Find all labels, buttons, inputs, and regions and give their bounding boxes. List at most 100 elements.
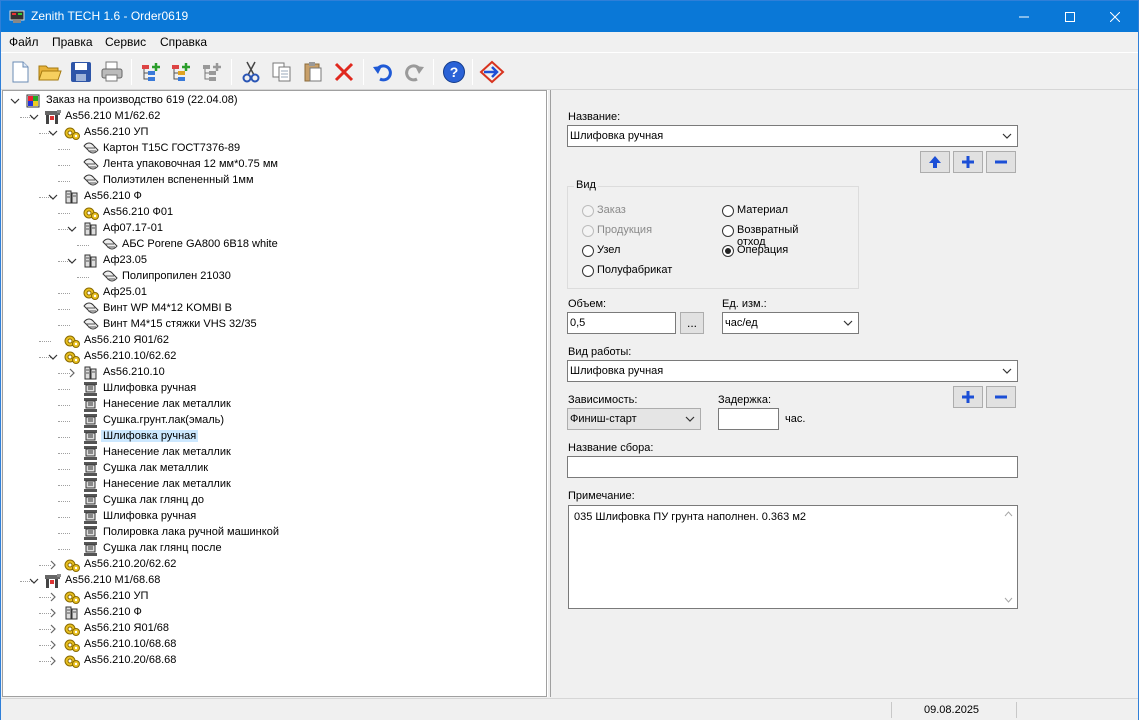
delete-button[interactable] [330,58,358,86]
tree-node[interactable]: As56.210.20/62.62 [3,557,543,573]
tree-options-button[interactable] [198,58,226,86]
tree-node[interactable]: Картон Т15С ГОСТ7376-89 [3,141,543,157]
paste-button[interactable] [299,58,327,86]
tree-node[interactable]: Шлифовка ручная [3,381,543,397]
tree-node[interactable]: As56.210.20/68.68 [3,653,543,669]
tree-node[interactable]: Заказ на производство 619 (22.04.08) [3,93,543,109]
tree-node[interactable]: Аф23.05 [3,253,543,269]
tree-node[interactable]: Винт WP M4*12 KOMBI B [3,301,543,317]
chevron-right-icon[interactable] [45,589,61,605]
add-sibling-node-button[interactable] [167,58,195,86]
chevron-right-icon[interactable] [45,605,61,621]
open-button[interactable] [36,58,64,86]
operation-icon [82,509,100,525]
chevron-right-icon[interactable] [45,621,61,637]
chevron-right-icon[interactable] [45,653,61,669]
window-title: Zenith TECH 1.6 - Order0619 [31,9,189,23]
tree-node[interactable]: Аф07.17-01 [3,221,543,237]
worktype-combo[interactable]: Шлифовка ручная [567,360,1018,382]
chevron-down-icon[interactable] [26,109,42,125]
tree-node[interactable]: Сушка лак глянц до [3,493,543,509]
remove-dependency-button[interactable] [986,386,1016,408]
print-button[interactable] [98,58,126,86]
tree-node[interactable]: As56.210.10/62.62 [3,349,543,365]
chevron-down-icon[interactable] [26,573,42,589]
tree-connector [58,181,70,182]
panel-splitter[interactable] [547,90,551,697]
dependency-combo[interactable]: Финиш-старт [567,408,701,430]
tree-node[interactable]: Нанесение лак металлик [3,477,543,493]
chevron-right-icon[interactable] [45,557,61,573]
chevron-down-icon[interactable] [64,221,80,237]
tree-node[interactable]: Шлифовка ручная [3,509,543,525]
chevron-down-icon[interactable] [45,349,61,365]
volume-input[interactable]: 0,5 [567,312,676,334]
tree-node[interactable]: As56.210.10/68.68 [3,637,543,653]
save-button[interactable] [67,58,95,86]
printer-icon [101,61,123,82]
add-dependency-button[interactable] [953,386,983,408]
remove-name-button[interactable] [986,151,1016,173]
note-scrollbar[interactable] [1000,506,1017,608]
chevron-down-icon[interactable] [7,93,23,109]
tree-node[interactable]: Полировка лака ручной машинкой [3,525,543,541]
assembly-input[interactable] [567,456,1018,478]
tree-node[interactable]: Нанесение лак металлик [3,445,543,461]
minimize-button[interactable] [1001,1,1047,32]
close-window-button[interactable] [1092,1,1138,32]
tree-node[interactable]: Винт M4*15 стяжки VHS 32/35 [3,317,543,333]
export-button[interactable] [478,58,506,86]
tree-node[interactable]: As56.210 Я01/62 [3,333,543,349]
chevron-right-icon[interactable] [64,365,80,381]
chevron-down-icon[interactable] [64,253,80,269]
new-button[interactable] [6,58,34,86]
copy-button[interactable] [268,58,296,86]
tree-node[interactable]: As56.210 УП [3,125,543,141]
tree-node-label: Аф07.17-01 [103,222,163,234]
move-up-button[interactable] [920,151,950,173]
minus-icon [995,395,1007,399]
menu-file[interactable]: Файл [9,35,39,49]
tree-node[interactable]: Полипропилен 21030 [3,269,543,285]
chevron-down-icon[interactable] [45,125,61,141]
chevron-down-icon[interactable] [45,189,61,205]
tree-connector [58,469,70,470]
chevron-down-icon [1002,368,1012,374]
tree-node[interactable]: Шлифовка ручная [3,429,543,445]
menu-edit[interactable]: Правка [52,35,93,49]
order-tree[interactable]: Заказ на производство 619 (22.04.08) As56… [2,90,547,697]
tree-node[interactable]: АБС Porene GA800 6B18 white [3,237,543,253]
tree-node[interactable]: As56.210 Ф01 [3,205,543,221]
tree-node[interactable]: Сушка лак металлик [3,461,543,477]
tree-node[interactable]: As56.210 УП [3,589,543,605]
undo-button[interactable] [369,58,397,86]
unit-combo[interactable]: час/ед [722,312,859,334]
tree-node[interactable]: Сушка.грунт.лак(эмаль) [3,413,543,429]
cut-button[interactable] [237,58,265,86]
tree-node[interactable]: As56.210 Я01/68 [3,621,543,637]
tree-node[interactable]: Полиэтилен вспененный 1мм [3,173,543,189]
add-child-node-button[interactable] [137,58,165,86]
gear-icon [63,653,81,669]
dependency-value: Финиш-старт [570,413,637,425]
tree-node[interactable]: As56.210.10 [3,365,543,381]
volume-browse-button[interactable]: ... [680,312,704,334]
name-combo[interactable]: Шлифовка ручная [567,125,1018,147]
tree-node[interactable]: Аф25.01 [3,285,543,301]
add-name-button[interactable] [953,151,983,173]
tree-node[interactable]: Сушка лак глянц после [3,541,543,557]
tree-node[interactable]: Нанесение лак металлик [3,397,543,413]
note-textarea[interactable]: 035 Шлифовка ПУ грунта наполнен. 0.363 м… [568,505,1018,609]
tree-node[interactable]: As56.210 Ф [3,605,543,621]
chevron-right-icon[interactable] [45,637,61,653]
tree-node[interactable]: As56.210 M1/62.62 [3,109,543,125]
help-button[interactable]: ? [440,58,468,86]
maximize-button[interactable] [1047,1,1093,32]
tree-node[interactable]: As56.210 M1/68.68 [3,573,543,589]
redo-button[interactable] [400,58,428,86]
menu-service[interactable]: Сервис [105,35,146,49]
tree-node[interactable]: As56.210 Ф [3,189,543,205]
delay-input[interactable] [718,408,779,430]
menu-help[interactable]: Справка [160,35,207,49]
tree-node[interactable]: Лента упаковочная 12 мм*0.75 мм [3,157,543,173]
